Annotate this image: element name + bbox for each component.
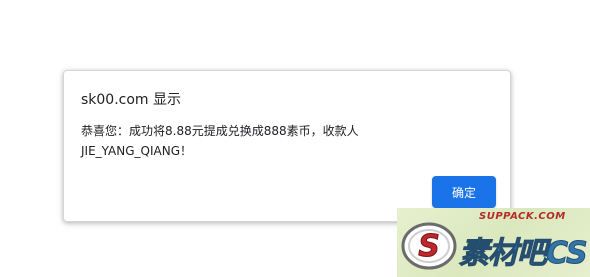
watermark-logo-letter: S — [418, 229, 440, 264]
dialog-title: sk00.com 显示 — [81, 92, 182, 108]
watermark-brand: 素材吧CS — [459, 236, 589, 272]
watermark: S SUPPACK.COM 素材吧CS — [397, 208, 590, 277]
dialog-message: 恭喜您：成功将8.88元提成兑换成888素币，收款人 JIE_YANG_QIAN… — [81, 121, 481, 161]
watermark-url: SUPPACK.COM — [479, 211, 566, 222]
dialog-message-line-1: 恭喜您：成功将8.88元提成兑换成888素币，收款人 — [81, 124, 359, 138]
watermark-logo-icon: S — [401, 222, 457, 270]
alert-dialog: sk00.com 显示 恭喜您：成功将8.88元提成兑换成888素币，收款人 J… — [63, 70, 511, 222]
dialog-message-line-2: JIE_YANG_QIANG！ — [81, 144, 193, 158]
ok-button[interactable]: 确定 — [432, 176, 496, 208]
